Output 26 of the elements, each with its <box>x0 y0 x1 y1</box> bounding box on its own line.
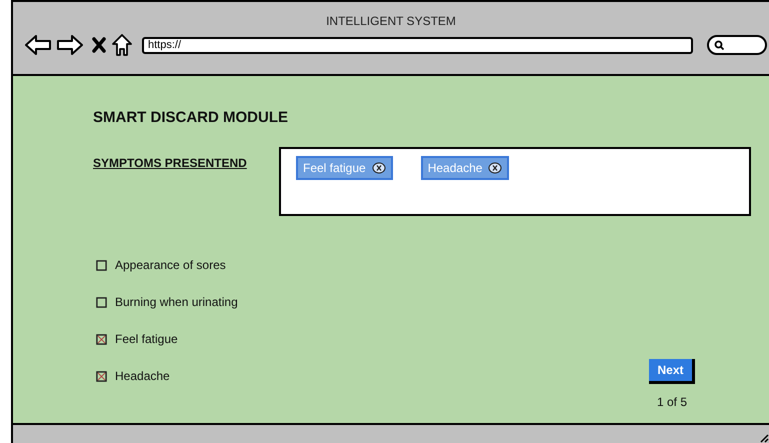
address-bar[interactable]: https:// <box>142 36 693 54</box>
module-title: SMART DISCARD MODULE <box>93 109 288 126</box>
checkbox[interactable] <box>96 296 107 308</box>
tag-input-box[interactable]: Feel fatigue Headache <box>279 147 751 216</box>
tag-label: Feel fatigue <box>303 160 366 177</box>
tag-label: Headache <box>428 160 482 177</box>
home-icon[interactable] <box>112 34 132 56</box>
next-button[interactable]: Next <box>649 359 694 384</box>
back-arrow-icon[interactable] <box>25 35 51 55</box>
checkbox[interactable] <box>96 260 107 270</box>
remove-icon[interactable] <box>372 162 386 174</box>
window-title: INTELLIGENT SYSTEM <box>326 13 456 30</box>
resize-grip-icon[interactable] <box>759 433 769 443</box>
search-icon <box>714 40 724 50</box>
remove-icon[interactable] <box>488 162 502 174</box>
page-indicator: 1 of 5 <box>656 394 688 411</box>
forward-arrow-icon[interactable] <box>57 35 83 55</box>
checkbox-label: Appearance of sores <box>115 257 226 274</box>
search-field[interactable] <box>707 35 767 55</box>
checkbox-label: Headache <box>115 368 170 385</box>
close-icon[interactable] <box>92 37 106 53</box>
checkbox-label: Feel fatigue <box>115 331 178 348</box>
checkbox-label: Burning when urinating <box>115 294 238 311</box>
symptoms-label: SYMPTOMS PRESENTEND <box>93 156 247 170</box>
checkbox[interactable] <box>96 334 107 344</box>
checkbox[interactable] <box>96 370 107 382</box>
